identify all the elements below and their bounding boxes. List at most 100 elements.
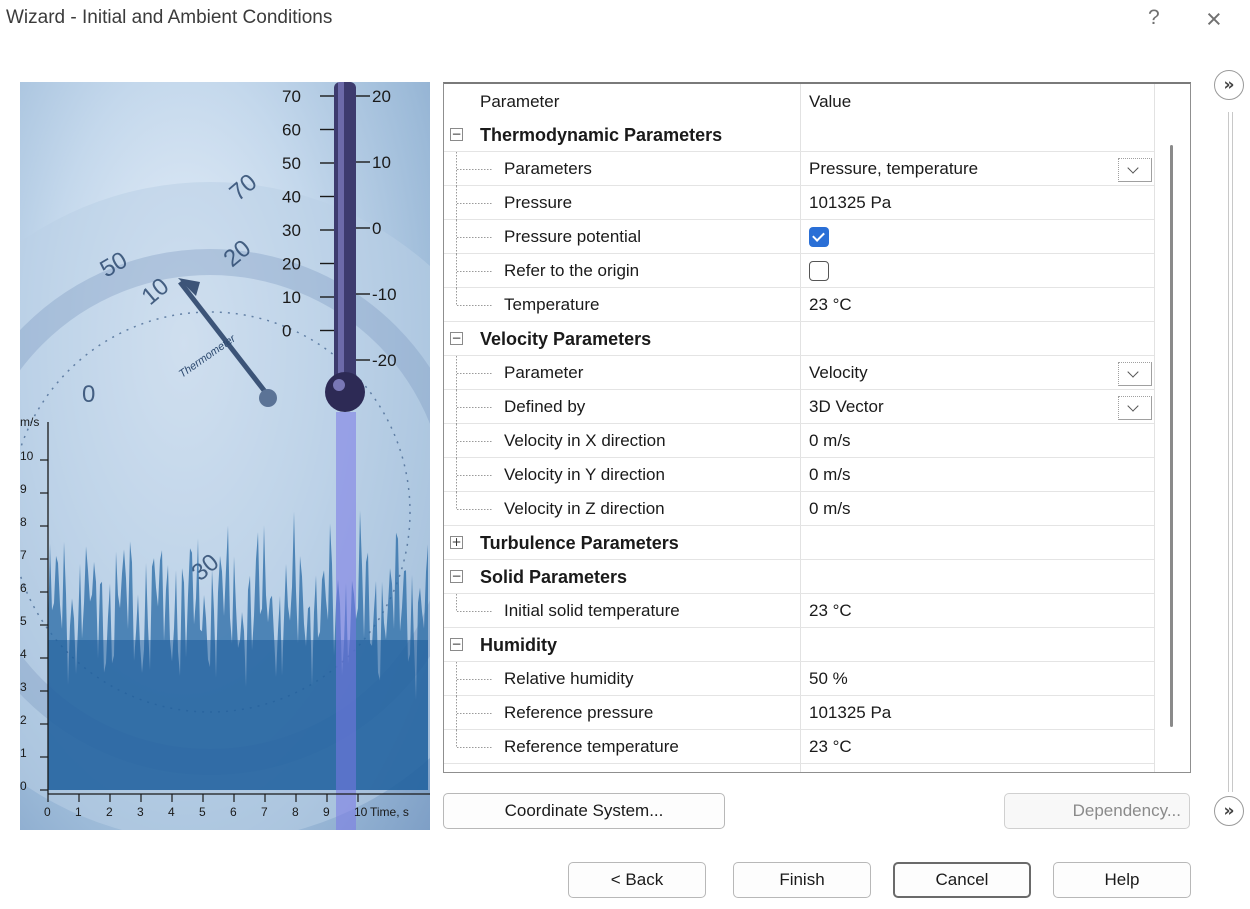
thermo-tick-label-right: -10 — [372, 285, 397, 304]
tree-connector-branch — [457, 441, 493, 442]
category-row[interactable]: − Thermodynamic Parameters — [444, 118, 1154, 152]
property-label: Pressure — [504, 193, 573, 212]
property-row[interactable]: Temperature 23 °C — [444, 288, 1154, 322]
collapse-icon[interactable]: − — [450, 332, 463, 345]
tree-connector — [456, 492, 457, 509]
dropdown-chevron-icon[interactable] — [1118, 396, 1152, 420]
property-row[interactable]: Pressure potential — [444, 220, 1154, 254]
coordinate-system-button[interactable]: Coordinate System... — [443, 793, 725, 829]
property-label: Relative humidity — [504, 669, 634, 688]
tree-connector — [456, 288, 457, 305]
property-value[interactable]: 0 m/s — [809, 431, 851, 451]
thermo-tick-label-left: 40 — [282, 188, 301, 207]
close-icon[interactable]: × — [1206, 4, 1222, 35]
tree-connector-branch — [457, 679, 493, 680]
x-tick-label: 6 — [230, 805, 237, 819]
y-tick-label: 3 — [20, 680, 27, 694]
y-tick-label: 5 — [20, 614, 27, 628]
property-value[interactable]: 3D Vector — [809, 397, 884, 417]
expand-icon[interactable]: + — [450, 536, 463, 549]
property-row[interactable]: Parameter Velocity — [444, 356, 1154, 390]
tree-connector-branch — [457, 713, 493, 714]
property-label: Defined by — [504, 397, 586, 416]
property-row[interactable]: Reference pressure 101325 Pa — [444, 696, 1154, 730]
y-tick-label: 4 — [20, 647, 27, 661]
property-row[interactable]: Pressure 101325 Pa — [444, 186, 1154, 220]
property-value[interactable]: 0 m/s — [809, 465, 851, 485]
property-value[interactable]: 23 °C — [809, 737, 852, 757]
tree-connector-branch — [457, 407, 493, 408]
finish-button[interactable]: Finish — [733, 862, 871, 898]
tree-connector-branch — [457, 509, 493, 510]
x-tick-label: 0 — [44, 805, 51, 819]
property-row[interactable]: Velocity in X direction 0 m/s — [444, 424, 1154, 458]
collapse-icon[interactable]: − — [450, 128, 463, 141]
help-icon[interactable]: ? — [1148, 6, 1160, 30]
y-tick-label: 9 — [20, 482, 27, 496]
thermo-tick-label-right: 10 — [372, 153, 391, 172]
property-label: Reference pressure — [504, 703, 654, 722]
collapse-icon[interactable]: − — [450, 638, 463, 651]
property-row[interactable]: Parameters Pressure, temperature — [444, 152, 1154, 186]
expand-panel-top-icon[interactable]: » — [1214, 70, 1244, 100]
thermo-tick-label-left: 50 — [282, 154, 301, 173]
collapse-icon[interactable]: − — [450, 570, 463, 583]
x-tick-label: 5 — [199, 805, 206, 819]
y-tick-label: 7 — [20, 548, 27, 562]
wizard-illustration: 50 70 20 10 0 30 Thermometer 70 60 50 40 30 20 10 0 20 1… — [20, 82, 430, 830]
velocity-bar-graph-base — [48, 640, 428, 790]
property-value[interactable]: Pressure, temperature — [809, 159, 978, 179]
parameter-grid[interactable]: Parameter Value − Thermodynamic Parameter… — [443, 82, 1191, 773]
tree-connector — [456, 730, 457, 747]
thermometer-reflection — [336, 412, 356, 830]
property-row[interactable]: Defined by 3D Vector — [444, 390, 1154, 424]
property-row[interactable]: Relative humidity 50 % — [444, 662, 1154, 696]
property-value[interactable]: 23 °C — [809, 601, 852, 621]
dropdown-chevron-icon[interactable] — [1118, 362, 1152, 386]
dependency-button[interactable]: Dependency... — [1004, 793, 1190, 829]
thermo-tick-label-left: 60 — [282, 121, 301, 140]
thermometer-glint — [338, 82, 344, 382]
checkbox-checked[interactable] — [809, 227, 829, 247]
property-label: Pressure potential — [504, 227, 642, 246]
property-value[interactable]: 101325 Pa — [809, 703, 891, 723]
property-label: Initial solid temperature — [504, 601, 680, 620]
property-value[interactable]: Velocity — [809, 363, 868, 383]
category-row[interactable]: + Turbulence Parameters — [444, 526, 1154, 560]
cancel-button[interactable]: Cancel — [893, 862, 1031, 898]
property-label: Velocity in Z direction — [504, 499, 665, 518]
x-tick-label: 7 — [261, 805, 268, 819]
property-value[interactable]: 101325 Pa — [809, 193, 891, 213]
property-value[interactable]: 50 % — [809, 669, 848, 689]
thermo-tick-label-right: 20 — [372, 87, 391, 106]
y-tick-label: 0 — [20, 779, 27, 793]
dropdown-chevron-icon[interactable] — [1118, 158, 1152, 182]
checkbox-unchecked[interactable] — [809, 261, 829, 281]
tree-connector-branch — [457, 271, 493, 272]
x-axis-label: Time, s — [370, 805, 409, 819]
thermometer-tube — [334, 82, 356, 382]
property-label: Parameters — [504, 159, 592, 178]
property-value[interactable]: 0 m/s — [809, 499, 851, 519]
category-label: Humidity — [480, 635, 558, 655]
y-tick-label: 6 — [20, 581, 27, 595]
y-axis-unit: m/s — [20, 415, 39, 429]
property-row[interactable]: Velocity in Y direction 0 m/s — [444, 458, 1154, 492]
category-label: Velocity Parameters — [480, 329, 652, 349]
category-row[interactable]: − Solid Parameters — [444, 560, 1154, 594]
property-row[interactable]: Reference temperature 23 °C — [444, 730, 1154, 764]
property-row[interactable]: Refer to the origin — [444, 254, 1154, 288]
category-row[interactable]: − Velocity Parameters — [444, 322, 1154, 356]
property-row[interactable]: Initial solid temperature 23 °C — [444, 594, 1154, 628]
property-value[interactable]: 23 °C — [809, 295, 852, 315]
back-button[interactable]: < Back — [568, 862, 706, 898]
property-row[interactable]: Velocity in Z direction 0 m/s — [444, 492, 1154, 526]
side-panel-track-2 — [1232, 112, 1233, 792]
help-button[interactable]: Help — [1053, 862, 1191, 898]
grid-scrollbar[interactable] — [1170, 145, 1173, 727]
thermo-tick-label-left: 70 — [282, 87, 301, 106]
tree-connector-branch — [457, 203, 493, 204]
expand-panel-bottom-icon[interactable]: » — [1214, 796, 1244, 826]
category-row[interactable]: − Humidity — [444, 628, 1154, 662]
category-label: Solid Parameters — [480, 567, 628, 587]
